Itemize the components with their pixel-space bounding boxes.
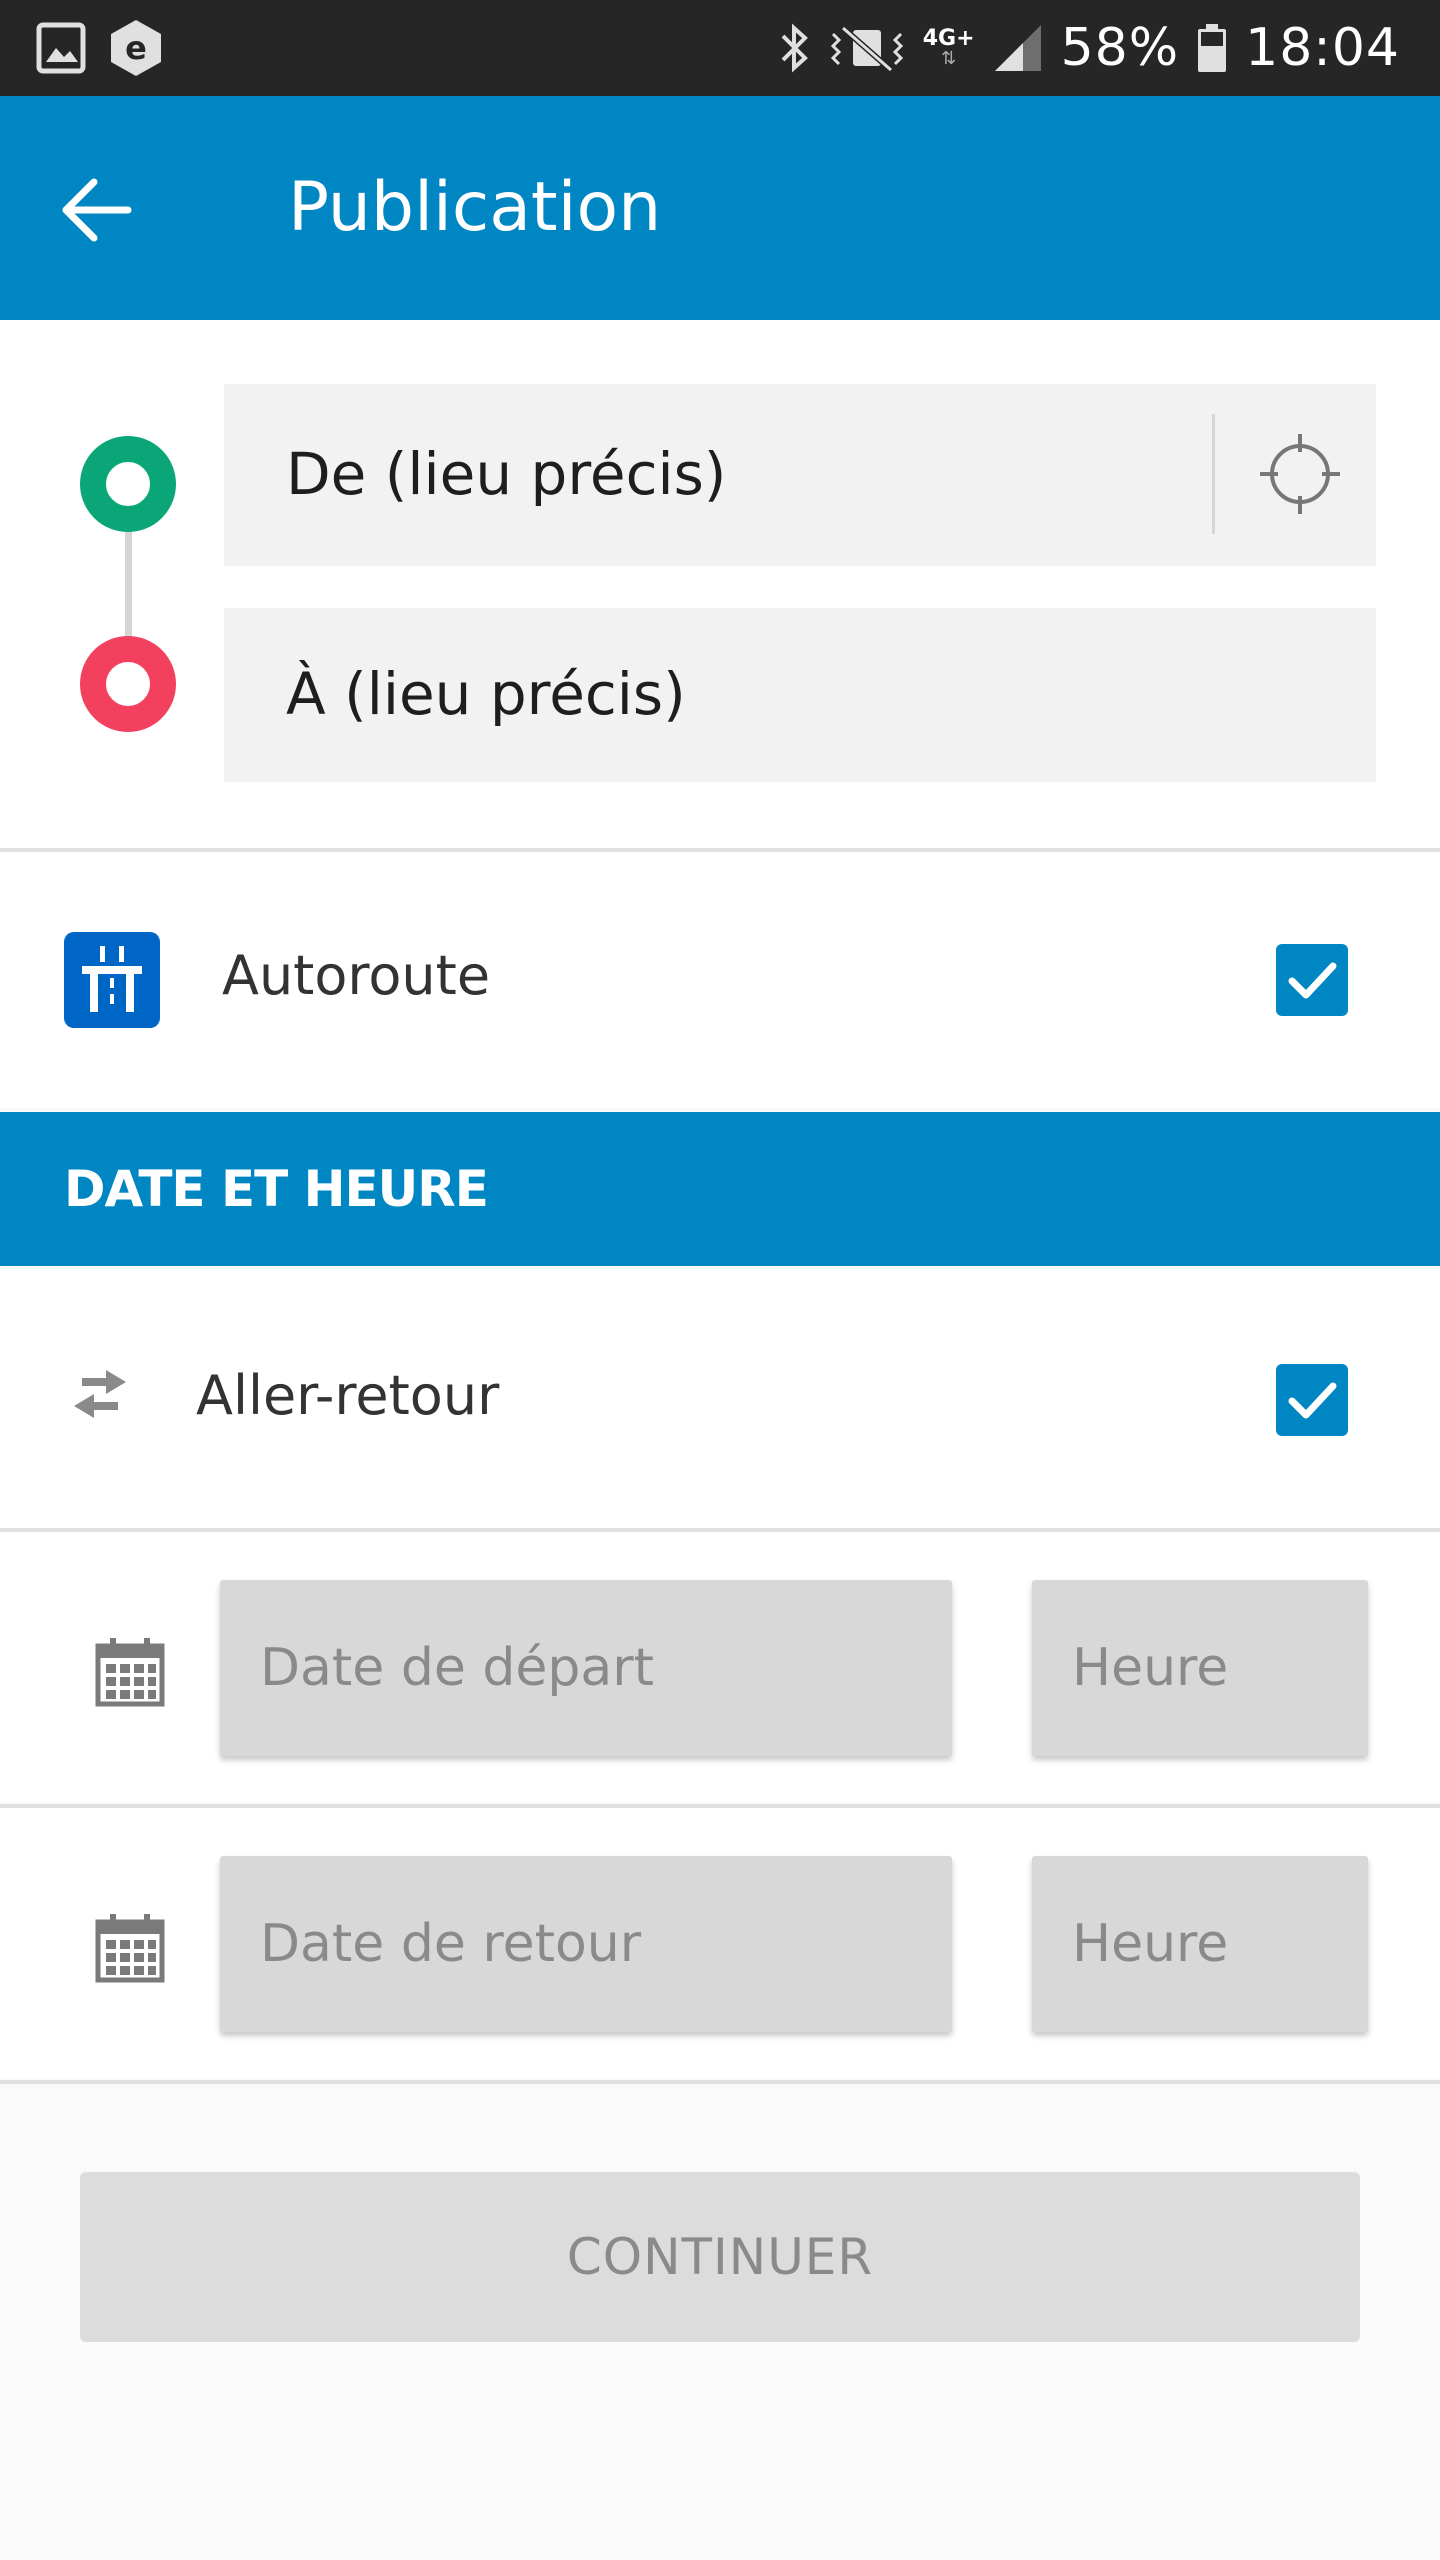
destination-placeholder: À (lieu précis) <box>286 660 686 728</box>
origin-marker-icon <box>80 436 176 532</box>
locate-me-button[interactable] <box>1244 418 1356 530</box>
round-trip-label: Aller-retour <box>196 1364 500 1427</box>
signal-icon <box>994 25 1041 71</box>
continue-button-label: CONTINUER <box>566 2228 874 2286</box>
e-icon: e <box>111 20 161 76</box>
return-time-input[interactable]: Heure <box>1032 1856 1368 2032</box>
return-time-placeholder: Heure <box>1072 1914 1229 1974</box>
return-row: Date de retour Heure <box>0 1808 1440 2078</box>
departure-date-placeholder: Date de départ <box>260 1638 654 1698</box>
date-time-section-header: DATE ET HEURE <box>0 1112 1440 1266</box>
checkmark-icon <box>1288 962 1337 999</box>
bluetooth-icon <box>781 23 808 73</box>
network-type-label: 4G+ <box>922 26 975 51</box>
clock: 18:04 <box>1245 18 1400 78</box>
crosshair-icon <box>1260 434 1340 514</box>
arrow-left-icon <box>62 178 132 242</box>
svg-text:e: e <box>125 29 147 67</box>
vibrate-mute-icon <box>830 25 903 73</box>
highway-row[interactable]: Autoroute <box>0 852 1440 1108</box>
highway-checkbox[interactable] <box>1276 944 1348 1016</box>
calendar-icon <box>95 1914 165 1983</box>
destination-marker-icon <box>80 636 176 732</box>
checkmark-icon <box>1288 1382 1337 1419</box>
swap-arrows-icon <box>74 1370 126 1418</box>
status-bar: e 4G+ ⇅ 58% 18:04 <box>0 0 1440 96</box>
back-button[interactable] <box>56 168 140 252</box>
status-bar-right-icons: 4G+ ⇅ 58% 18:04 <box>777 14 1400 82</box>
round-trip-row[interactable]: Aller-retour <box>0 1270 1440 1528</box>
return-date-placeholder: Date de retour <box>260 1914 642 1974</box>
highway-label: Autoroute <box>222 944 491 1007</box>
page-title: Publication <box>288 168 662 247</box>
divider <box>0 2080 1440 2084</box>
departure-time-input[interactable]: Heure <box>1032 1580 1368 1756</box>
origin-field[interactable]: De (lieu précis) <box>224 384 1376 566</box>
battery-percent: 58% <box>1060 18 1180 78</box>
departure-time-placeholder: Heure <box>1072 1638 1229 1698</box>
round-trip-checkbox[interactable] <box>1276 1364 1348 1436</box>
section-header-label: DATE ET HEURE <box>64 1160 489 1218</box>
origin-placeholder: De (lieu précis) <box>286 440 727 508</box>
battery-icon <box>1198 24 1227 72</box>
network-type: 4G+ ⇅ <box>922 26 975 69</box>
destination-field[interactable]: À (lieu précis) <box>224 608 1376 782</box>
status-bar-left-icons: e <box>36 18 164 78</box>
route-section: De (lieu précis) À (lieu précis) <box>0 320 1440 850</box>
departure-date-input[interactable]: Date de départ <box>220 1580 952 1756</box>
field-divider <box>1212 414 1215 534</box>
return-date-input[interactable]: Date de retour <box>220 1856 952 2032</box>
highway-icon <box>64 932 160 1028</box>
app-bar: Publication <box>0 96 1440 320</box>
departure-row: Date de départ Heure <box>0 1532 1440 1802</box>
calendar-icon <box>95 1638 165 1707</box>
gallery-icon <box>36 22 86 74</box>
continue-button[interactable]: CONTINUER <box>80 2172 1360 2342</box>
